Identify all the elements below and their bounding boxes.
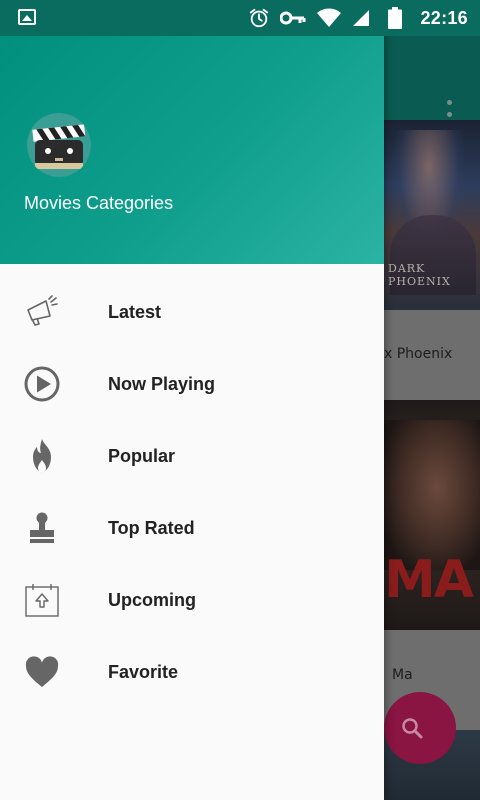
movie-title: x Phoenix (384, 346, 453, 362)
stamp-icon (24, 510, 60, 546)
movie-title-row[interactable]: x Phoenix (384, 310, 480, 400)
menu-item-now-playing[interactable]: Now Playing (0, 348, 384, 420)
key-icon (280, 8, 306, 28)
menu-item-upcoming[interactable]: Upcoming (0, 564, 384, 636)
calendar-upload-icon (24, 582, 60, 618)
flame-icon (24, 438, 60, 474)
navigation-drawer: Movies Categories Latest Now Playing Pop… (0, 0, 384, 800)
battery-icon (388, 7, 403, 29)
menu-item-label: Upcoming (108, 590, 196, 610)
poster-mark: MA (384, 550, 474, 610)
heart-icon (24, 654, 60, 690)
menu-item-label: Latest (108, 302, 162, 322)
menu-item-top-rated[interactable]: Top Rated (0, 492, 384, 564)
movie-title: Ma (392, 667, 413, 683)
megaphone-icon (24, 294, 60, 330)
image-icon (18, 9, 36, 25)
menu-item-label: Favorite (108, 662, 179, 682)
drawer-header-title: Movies Categories (24, 193, 174, 213)
menu-item-label: Top Rated (108, 518, 195, 538)
status-bar: 22:16 (0, 0, 480, 36)
movie-poster[interactable]: MA (384, 400, 480, 630)
play-circle-icon (24, 366, 60, 402)
menu-item-label: Now Playing (108, 374, 216, 394)
search-icon (400, 716, 424, 740)
menu-item-popular[interactable]: Popular (0, 420, 384, 492)
drawer-header: Movies Categories (0, 0, 384, 264)
clapperboard-icon (27, 113, 91, 177)
menu-item-label: Popular (108, 446, 176, 466)
menu-item-favorite[interactable]: Favorite (0, 636, 384, 708)
status-time: 22:16 (420, 7, 468, 28)
drawer-menu: Latest Now Playing Popular Top Rated Upc… (0, 276, 384, 708)
menu-item-latest[interactable]: Latest (0, 276, 384, 348)
poster-text: DARK PHOENIX (388, 262, 451, 288)
cell-signal-icon (352, 8, 370, 28)
alarm-icon (248, 8, 270, 28)
wifi-icon (316, 8, 342, 28)
search-fab-button[interactable] (384, 692, 456, 764)
